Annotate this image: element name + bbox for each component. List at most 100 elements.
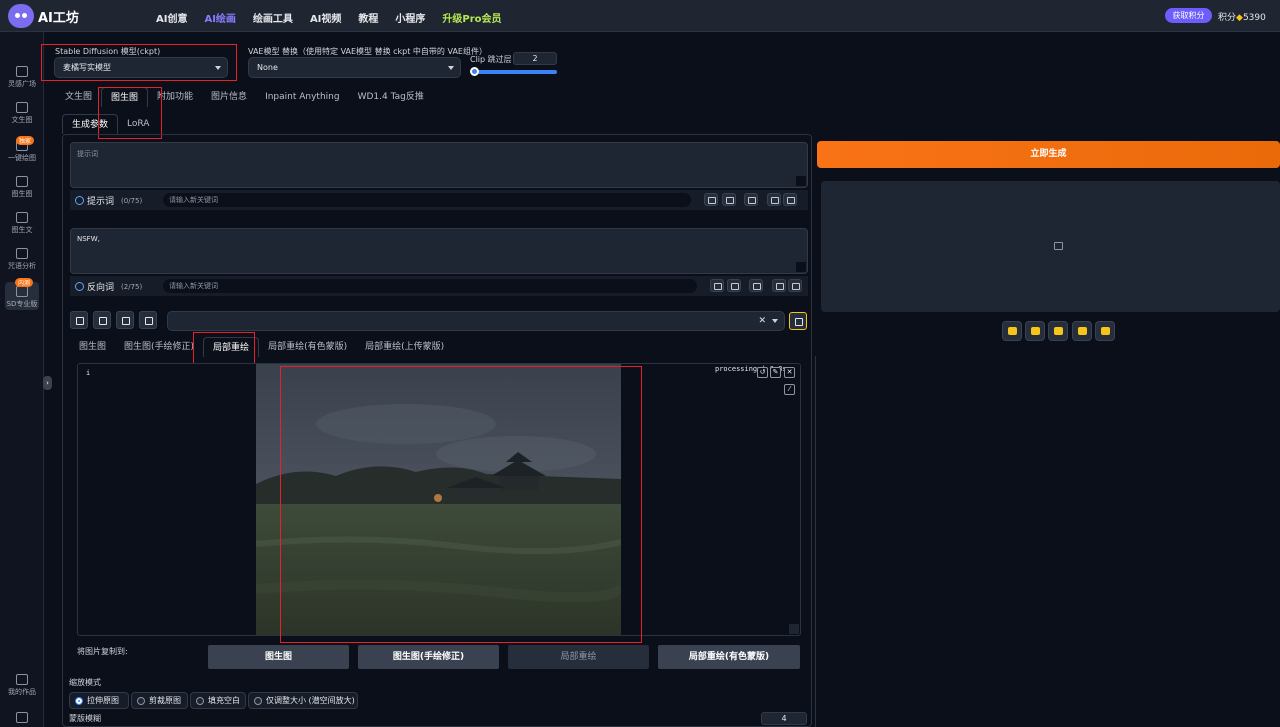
clip-skip-slider[interactable] xyxy=(471,70,557,74)
get-points-button[interactable]: 获取积分 xyxy=(1165,8,1212,23)
history-icon[interactable] xyxy=(704,193,718,206)
sidebar-item-inspiration[interactable]: 灵感广场 xyxy=(0,66,44,89)
copy-to-sketch-button[interactable]: 图生图(手绘修正) xyxy=(358,645,499,669)
negative-keyword-input[interactable]: 请输入新关键词 xyxy=(163,279,697,293)
square-icon[interactable] xyxy=(93,311,111,329)
copy-to-img2img-button[interactable]: 图生图 xyxy=(208,645,349,669)
send-to-img2img-icon[interactable] xyxy=(1048,321,1068,341)
pencil-icon[interactable] xyxy=(789,312,807,330)
tab-inpaint-upload[interactable]: 局部重绘(上传蒙版) xyxy=(356,337,453,357)
main-nav: AI创意 AI绘画 绘画工具 AI视频 教程 小程序 升级Pro会员 xyxy=(156,10,519,25)
sidebar-item-txt2img[interactable]: 文生图 xyxy=(0,102,44,125)
resize-handle[interactable] xyxy=(796,176,806,186)
checkpoint-select[interactable]: 麦橘写实模型 xyxy=(54,57,228,78)
resize-option-latent[interactable]: 仅调整大小 (潜空间放大) xyxy=(248,692,358,709)
chevron-down-icon xyxy=(772,319,778,323)
nav-mini-program[interactable]: 小程序 xyxy=(395,10,425,25)
generate-button[interactable]: 立即生成 xyxy=(817,141,1280,168)
star-icon[interactable] xyxy=(727,279,741,292)
arrow-icon[interactable] xyxy=(70,311,88,329)
logo[interactable]: AI工坊 xyxy=(8,4,79,28)
resize-option-label: 剪裁原图 xyxy=(149,696,181,705)
close-icon[interactable]: ✕ xyxy=(758,316,766,326)
style-select[interactable]: ✕ xyxy=(167,311,785,331)
collapse-sidebar-button[interactable]: › xyxy=(43,376,52,390)
robot-logo-icon xyxy=(8,4,34,28)
brush-icon[interactable]: ⁄ xyxy=(784,384,795,395)
tab-lora[interactable]: LoRA xyxy=(118,114,158,134)
tab-img2img[interactable]: 图生图 xyxy=(101,87,149,107)
negative-label-group: 反向词 (2/75) xyxy=(75,280,142,293)
tab-extras[interactable]: 附加功能 xyxy=(148,87,202,107)
sidebar-item-label: 灵感广场 xyxy=(8,80,36,88)
tab-inpaint-sketch[interactable]: 局部重绘(有色蒙版) xyxy=(259,337,356,357)
copy-icon[interactable] xyxy=(772,279,786,292)
chevron-down-icon xyxy=(215,65,221,70)
tab-txt2img[interactable]: 文生图 xyxy=(56,87,101,107)
mask-blur-input[interactable]: 4 xyxy=(761,712,807,725)
tab-img2img-sub[interactable]: 图生图 xyxy=(70,337,115,357)
nav-upgrade-pro[interactable]: 升级Pro会员 xyxy=(442,10,501,25)
trash-icon[interactable] xyxy=(788,279,802,292)
image-text-icon xyxy=(16,212,28,223)
sidebar-item-img2txt[interactable]: 图生文 xyxy=(0,212,44,235)
nav-ai-video[interactable]: AI视频 xyxy=(310,10,341,25)
sidebar-item-settings[interactable] xyxy=(0,712,44,725)
copy-to-inpaint-sketch-button[interactable]: 局部重绘(有色蒙版) xyxy=(658,645,800,669)
plus-circle-icon[interactable] xyxy=(75,196,84,205)
resize-option-crop[interactable]: 剪裁原图 xyxy=(131,692,188,709)
trash-icon[interactable] xyxy=(116,311,134,329)
source-photo[interactable] xyxy=(256,364,621,635)
settings-icon xyxy=(16,712,28,723)
prompt-textarea[interactable]: 提示词 xyxy=(70,142,808,188)
resize-option-fill[interactable]: 填充空白 xyxy=(190,692,246,709)
ruler-icon[interactable] xyxy=(1095,321,1115,341)
sidebar-item-label: 文生图 xyxy=(11,116,33,124)
image-mode-tabs: 图生图 图生图(手绘修正) 局部重绘 局部重绘(有色蒙版) 局部重绘(上传蒙版) xyxy=(70,337,453,357)
tab-inpaint-anything[interactable]: Inpaint Anything xyxy=(256,87,349,107)
resize-handle[interactable] xyxy=(796,262,806,272)
sidebar-item-one-click[interactable]: 独家 一键绘图 xyxy=(0,136,44,163)
negative-prompt-textarea[interactable]: NSFW, xyxy=(70,228,808,274)
translate-icon[interactable] xyxy=(744,193,758,206)
undo-icon[interactable]: ↺ xyxy=(757,367,768,378)
radio-unchecked-icon xyxy=(196,696,204,705)
plus-circle-icon[interactable] xyxy=(75,282,84,291)
tab-generation-params[interactable]: 生成参数 xyxy=(62,114,119,134)
tab-wd14-tagger[interactable]: WD1.4 Tag反推 xyxy=(349,87,433,107)
folder-icon[interactable] xyxy=(1002,321,1022,341)
tab-png-info[interactable]: 图片信息 xyxy=(202,87,256,107)
landscape-image xyxy=(256,364,621,635)
sd-icon xyxy=(16,286,28,297)
nav-ai-painting[interactable]: AI绘画 xyxy=(204,10,235,25)
sidebar-item-prompt-analysis[interactable]: 咒语分析 xyxy=(0,248,44,271)
close-icon[interactable]: ✕ xyxy=(784,367,795,378)
trash-icon[interactable] xyxy=(783,193,797,206)
sidebar-item-my-works[interactable]: 我的作品 xyxy=(0,674,44,697)
nav-ai-creative[interactable]: AI创意 xyxy=(156,10,187,25)
resize-option-stretch[interactable]: 拉伸原图 xyxy=(69,692,129,709)
history-icon[interactable] xyxy=(710,279,724,292)
diamond-icon: ◆ xyxy=(1236,13,1243,23)
clip-skip-slider-thumb[interactable] xyxy=(470,67,479,76)
copy-to-inpaint-button[interactable]: 局部重绘 xyxy=(508,645,649,669)
clip-skip-input[interactable]: 2 xyxy=(513,52,557,65)
tab-sketch[interactable]: 图生图(手绘修正) xyxy=(115,337,203,357)
copy-icon[interactable] xyxy=(767,193,781,206)
translate-icon[interactable] xyxy=(749,279,763,292)
vae-select[interactable]: None xyxy=(248,57,461,78)
nav-tutorial[interactable]: 教程 xyxy=(358,10,378,25)
image-placeholder-icon xyxy=(1054,242,1063,250)
star-icon[interactable] xyxy=(722,193,736,206)
save-icon[interactable] xyxy=(1025,321,1045,341)
clipboard-icon[interactable] xyxy=(139,311,157,329)
edit-icon[interactable]: ✎ xyxy=(770,367,781,378)
sidebar-item-sd-pro[interactable]: 内测 SD专业版 xyxy=(5,278,39,310)
resize-handle[interactable] xyxy=(789,624,799,634)
tab-inpaint[interactable]: 局部重绘 xyxy=(203,337,260,357)
palette-icon[interactable] xyxy=(1072,321,1092,341)
nav-painting-tools[interactable]: 绘画工具 xyxy=(253,10,293,25)
prompt-keyword-input[interactable]: 请输入新关键词 xyxy=(163,193,691,207)
sidebar-item-img2img[interactable]: 图生图 xyxy=(0,176,44,199)
checkpoint-value: 麦橘写实模型 xyxy=(63,63,111,72)
